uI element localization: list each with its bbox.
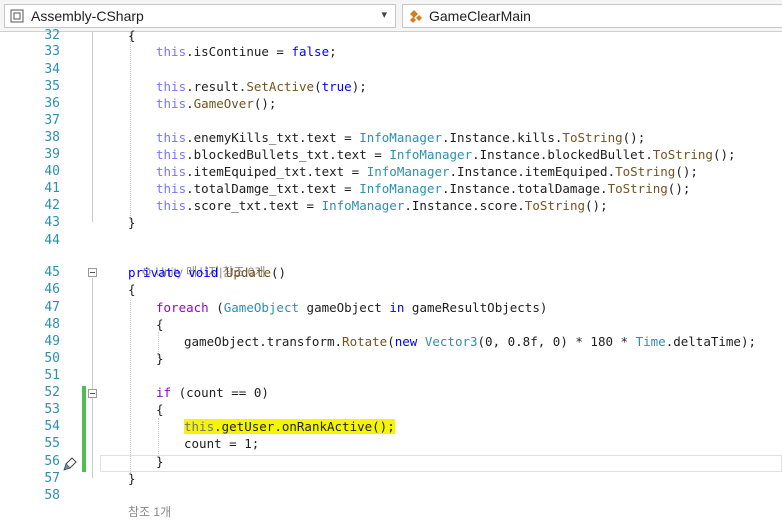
line-number: 56 [44,454,60,469]
class-icon [410,10,422,23]
collapse-toggle-if[interactable] [88,389,97,398]
code-line: this.result.SetActive(true); [156,79,367,94]
code-line: { [128,28,136,43]
line-number: 41 [44,181,60,196]
code-line: if (count == 0) [156,385,269,400]
code-line: { [156,317,164,332]
line-number: 42 [44,198,60,213]
code-line: } [128,215,136,230]
line-number: 34 [44,62,60,77]
navigation-bar: Assembly-CSharp ▾ GameClearMain [0,0,782,32]
line-number: 53 [44,402,60,417]
line-number: 45 [44,265,60,280]
code-line: private void Update() [128,265,287,280]
line-number: 57 [44,471,60,486]
line-number: 38 [44,130,60,145]
line-number: 43 [44,215,60,230]
code-line: } [128,471,136,486]
line-number: 55 [44,436,60,451]
code-line: this.blockedBullets_txt.text = InfoManag… [156,147,736,162]
code-editor[interactable]: { this.isContinue = false; this.result.S… [100,28,782,519]
code-line-highlighted: this.getUser.onRankActive(); [184,419,395,434]
line-number-gutter: 32 33 34 35 36 37 38 39 40 41 42 43 44 4… [0,28,62,517]
line-number: 48 [44,317,60,332]
code-line: this.totalDamge_txt.text = InfoManager.I… [156,181,691,196]
line-number: 46 [44,282,60,297]
code-line: count = 1; [184,436,260,451]
line-number: 49 [44,334,60,349]
fold-range-line [92,278,93,478]
project-dropdown[interactable]: Assembly-CSharp ▾ [4,4,396,28]
line-number: 35 [44,79,60,94]
code-line: } [156,351,164,366]
line-number: 51 [44,368,60,383]
line-number: 33 [44,44,60,59]
line-number: 58 [44,488,60,503]
class-dropdown-label: GameClearMain [429,8,531,24]
code-line: } [156,454,164,469]
code-line: gameObject.transform.Rotate(new Vector3(… [184,334,756,349]
project-dropdown-label: Assembly-CSharp [31,8,144,24]
code-line: foreach (GameObject gameObject in gameRe… [156,300,548,315]
line-number: 37 [44,113,60,128]
line-number: 40 [44,164,60,179]
line-number: 44 [44,233,60,248]
fold-range-line [92,32,93,222]
csharp-project-icon [10,9,24,23]
chevron-down-icon: ▾ [381,9,387,21]
code-line: this.itemEquiped_txt.text = InfoManager.… [156,164,698,179]
changed-lines-bar [82,386,86,472]
class-dropdown[interactable]: GameClearMain [402,4,782,28]
code-line: { [128,282,136,297]
line-number: 52 [44,385,60,400]
code-line: this.enemyKills_txt.text = InfoManager.I… [156,130,646,145]
line-number: 50 [44,351,60,366]
codelens-references[interactable]: 참조 1개 [128,504,171,521]
code-line: this.score_txt.text = InfoManager.Instan… [156,198,608,213]
quick-actions-brush-icon[interactable] [62,456,78,472]
codelens-references[interactable]: ⚙ Unity 메시지|참조 0개 [128,247,265,279]
code-line: this.isContinue = false; [156,44,337,59]
collapse-toggle-update[interactable] [88,268,97,277]
line-number: 36 [44,96,60,111]
code-line: this.GameOver(); [156,96,277,111]
line-number: 47 [44,300,60,315]
line-number: 32 [44,28,60,43]
line-number: 39 [44,147,60,162]
line-number: 54 [44,419,60,434]
code-line: { [156,402,164,417]
